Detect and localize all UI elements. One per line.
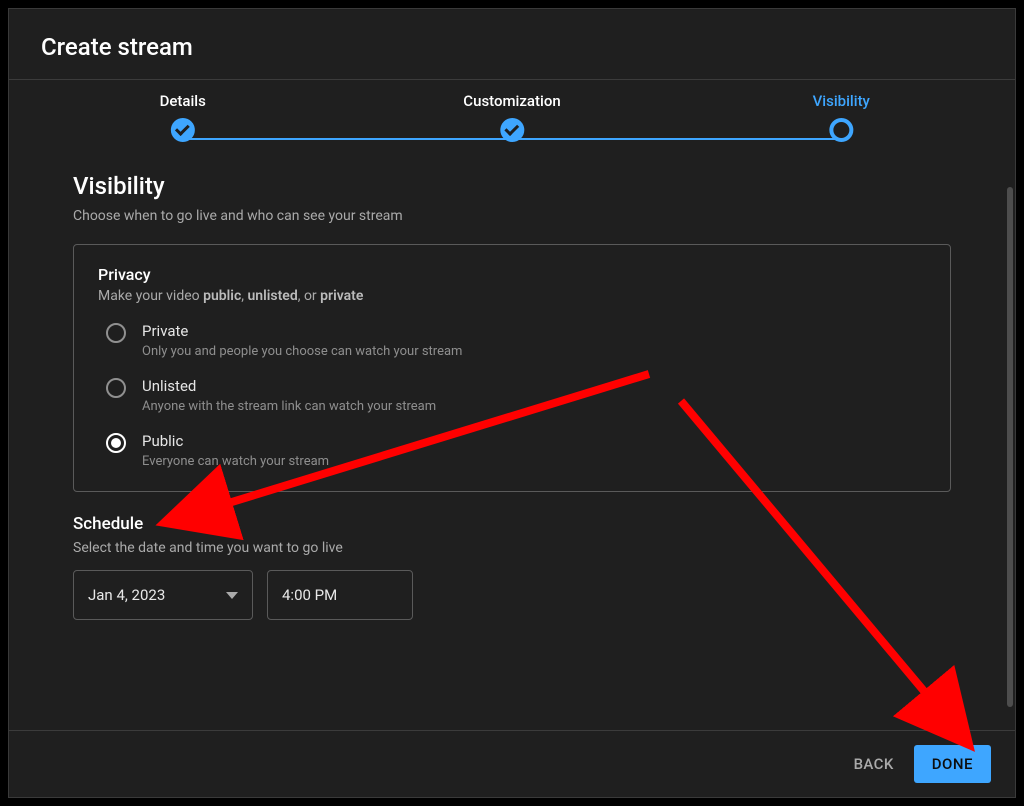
privacy-title: Privacy	[98, 265, 926, 284]
schedule-subtitle: Select the date and time you want to go …	[73, 540, 951, 556]
radio-text: Public Everyone can watch your stream	[142, 432, 329, 469]
privacy-box: Privacy Make your video public, unlisted…	[73, 244, 951, 492]
step-customization[interactable]: Customization	[463, 92, 560, 142]
schedule-row: Jan 4, 2023 4:00 PM	[73, 570, 951, 620]
text: public	[203, 288, 241, 304]
radio-text: Unlisted Anyone with the stream link can…	[142, 377, 436, 414]
radio-icon	[106, 323, 126, 343]
schedule-date-value: Jan 4, 2023	[88, 586, 165, 604]
schedule-time-field[interactable]: 4:00 PM	[267, 570, 413, 620]
scrollbar-thumb[interactable]	[1007, 187, 1013, 707]
privacy-option-private[interactable]: Private Only you and people you choose c…	[106, 322, 926, 359]
divider	[9, 79, 1015, 80]
dialog-title: Create stream	[41, 33, 983, 61]
done-button[interactable]: DONE	[914, 745, 991, 783]
schedule-title: Schedule	[73, 514, 951, 534]
schedule-date-field[interactable]: Jan 4, 2023	[73, 570, 253, 620]
step-label: Visibility	[813, 92, 870, 110]
create-stream-dialog: Create stream Details Customization Visi…	[8, 8, 1016, 798]
step-details[interactable]: Details	[160, 92, 206, 142]
privacy-subtitle: Make your video public, unlisted, or pri…	[98, 288, 926, 304]
schedule-time-value: 4:00 PM	[282, 586, 337, 604]
section-title: Visibility	[73, 172, 951, 200]
check-icon	[500, 118, 524, 142]
step-label: Customization	[463, 92, 560, 110]
text: Make your video	[98, 288, 203, 304]
text: private	[320, 288, 363, 304]
radio-desc: Everyone can watch your stream	[142, 454, 329, 469]
dialog-footer: BACK DONE	[9, 730, 1015, 797]
radio-label: Public	[142, 432, 329, 450]
section-subtitle: Choose when to go live and who can see y…	[73, 208, 951, 224]
text: , or	[298, 288, 320, 304]
privacy-option-unlisted[interactable]: Unlisted Anyone with the stream link can…	[106, 377, 926, 414]
radio-desc: Only you and people you choose can watch…	[142, 344, 462, 359]
privacy-option-public[interactable]: Public Everyone can watch your stream	[106, 432, 926, 469]
back-button[interactable]: BACK	[854, 755, 894, 773]
check-icon	[171, 118, 195, 142]
radio-icon	[106, 433, 126, 453]
content-area: Visibility Choose when to go live and wh…	[9, 162, 1015, 730]
radio-icon	[106, 378, 126, 398]
scrollbar[interactable]	[1007, 187, 1013, 717]
stepper: Details Customization Visibility	[169, 92, 855, 162]
radio-text: Private Only you and people you choose c…	[142, 322, 462, 359]
dialog-header: Create stream	[9, 9, 1015, 79]
text: unlisted	[247, 288, 297, 304]
radio-desc: Anyone with the stream link can watch yo…	[142, 399, 436, 414]
step-label: Details	[160, 92, 206, 110]
radio-label: Private	[142, 322, 462, 340]
radio-label: Unlisted	[142, 377, 436, 395]
chevron-down-icon	[226, 592, 238, 599]
current-step-icon	[829, 118, 853, 142]
step-visibility[interactable]: Visibility	[813, 92, 870, 142]
